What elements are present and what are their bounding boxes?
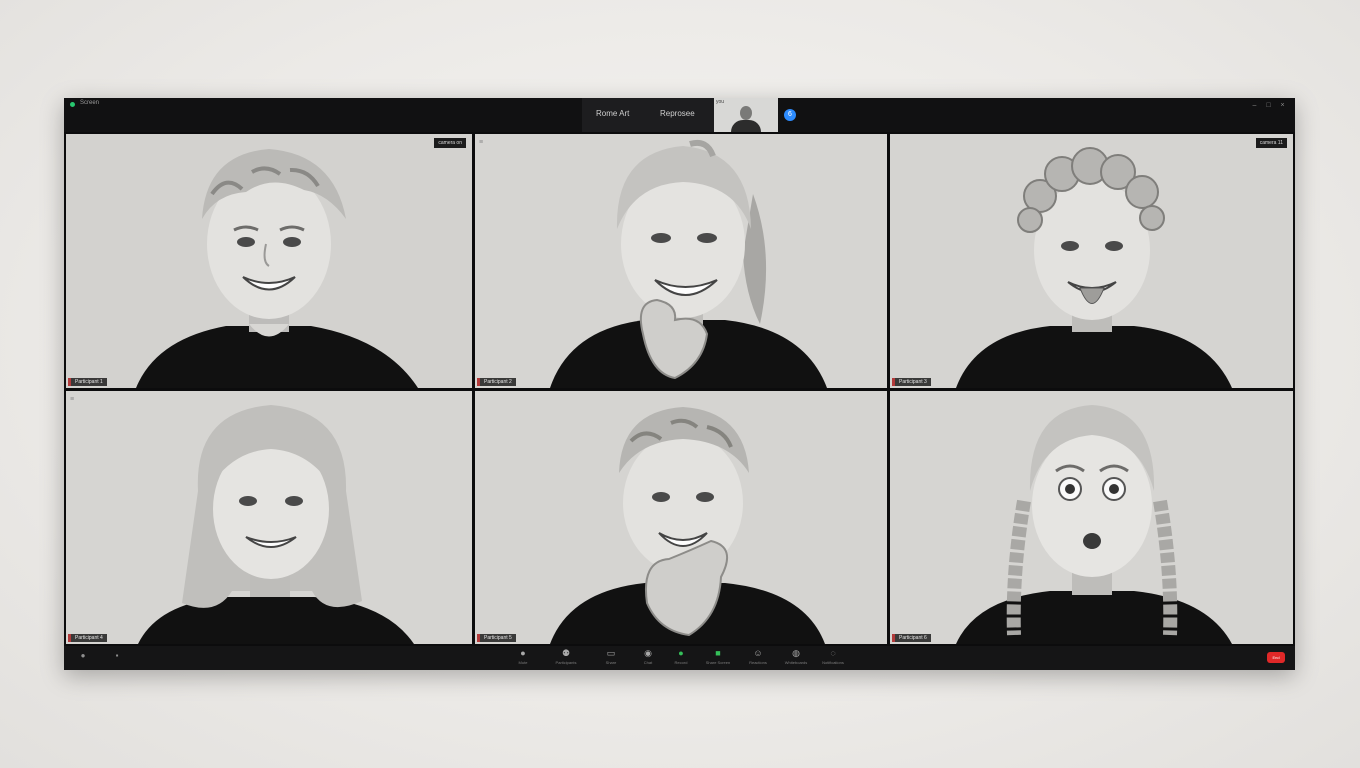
maximize-icon[interactable]: □	[1264, 101, 1273, 110]
video-tile-2[interactable]: ≡ Participant 2	[475, 134, 887, 388]
more-icon: ◌	[830, 648, 836, 658]
notifications-button[interactable]: ◌ Notifications	[814, 648, 852, 668]
participants-badge[interactable]: 6	[784, 109, 796, 121]
participant-video-6	[890, 391, 1293, 644]
tile-4-name-tag: Participant 4	[68, 634, 107, 642]
meeting-window: Screen Rome Art Reprosee you 6 – □ × cam…	[64, 98, 1295, 670]
nav-tab-right[interactable]: Reprosee	[660, 109, 695, 118]
tile-4-menu-icon[interactable]: ≡	[70, 396, 74, 403]
tile-3-name-tag: Participant 3	[892, 378, 931, 386]
share-icon: ▭	[606, 648, 616, 658]
reactions-button[interactable]: ☺ Reactions	[739, 648, 777, 668]
participant-video-2	[475, 134, 887, 388]
whiteboards-button[interactable]: ◍ Whiteboards	[777, 648, 815, 668]
share-screen-icon: ■	[715, 648, 721, 658]
video-tile-5[interactable]: Participant 5	[475, 391, 887, 644]
self-view-thumbnail[interactable]: you	[714, 98, 778, 132]
video-tile-3[interactable]: camera 11 Participant 3	[890, 134, 1293, 388]
self-view-body	[731, 120, 761, 132]
close-icon[interactable]: ×	[1278, 101, 1287, 110]
video-tile-1[interactable]: camera on Participant 1	[66, 134, 472, 388]
apps-icon: ◍	[792, 648, 800, 658]
participant-video-5	[475, 391, 887, 644]
self-view-head	[740, 106, 752, 120]
mute-button[interactable]: ● Mute	[504, 648, 542, 668]
minimize-icon[interactable]: –	[1250, 101, 1259, 110]
camera-icon[interactable]: ▪	[110, 649, 124, 663]
mic-icon[interactable]: ●	[76, 649, 90, 663]
tile-1-name-tag: Participant 1	[68, 378, 107, 386]
tile-2-menu-icon[interactable]: ≡	[479, 139, 483, 146]
status-dot-icon	[70, 102, 75, 107]
title-bar: Screen Rome Art Reprosee you 6 – □ ×	[64, 98, 1295, 132]
participant-video-3	[890, 134, 1293, 388]
tile-5-name-tag: Participant 5	[477, 634, 516, 642]
mute-icon: ●	[520, 648, 526, 658]
participants-button[interactable]: ⚉ Participants	[547, 648, 585, 668]
share-button[interactable]: ▭ Share	[592, 648, 630, 668]
tile-6-name-tag: Participant 6	[892, 634, 931, 642]
video-tile-4[interactable]: ≡ Participant 4	[66, 391, 472, 644]
participant-video-1	[66, 134, 472, 388]
nav-tab-left[interactable]: Rome Art	[596, 109, 629, 118]
top-nav: Rome Art Reprosee	[582, 98, 714, 132]
share-screen-button[interactable]: ■ Share Screen	[699, 648, 737, 668]
tile-3-status-badge: camera 11	[1255, 138, 1287, 148]
participants-icon: ⚉	[561, 648, 571, 658]
reactions-icon: ☺	[753, 648, 763, 658]
video-tile-6[interactable]: Participant 6	[890, 391, 1293, 644]
tile-2-name-tag: Participant 2	[477, 378, 516, 386]
participant-video-4	[66, 391, 472, 644]
record-icon: ●	[678, 648, 684, 658]
self-view-label: you	[716, 99, 725, 105]
end-button[interactable]: End	[1267, 652, 1285, 663]
tile-1-status-badge: camera on	[434, 138, 466, 148]
meeting-toolbar: ● ▪ ● Mute ⚉ Participants ▭ Share ◉ Chat…	[64, 646, 1295, 670]
record-button[interactable]: ● Record	[662, 648, 700, 668]
window-title: Screen	[80, 100, 100, 106]
